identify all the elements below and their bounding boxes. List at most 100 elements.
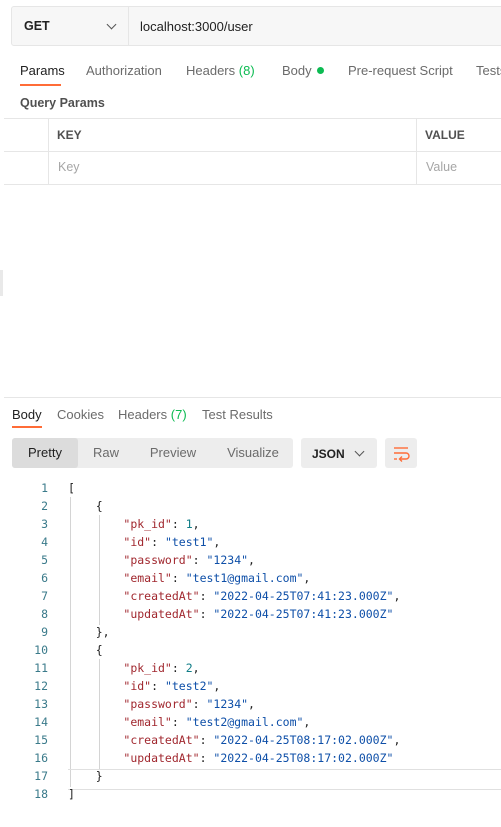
url-input[interactable]: localhost:3000/user — [140, 19, 253, 34]
response-tab-cookies[interactable]: Cookies — [57, 407, 104, 422]
code-text: { — [68, 499, 103, 513]
query-params-table: KEY VALUE Key Value — [4, 118, 501, 185]
code-line: 3 "pk_id": 1, — [0, 515, 501, 533]
code-line: 1[ — [0, 479, 501, 497]
line-number: 5 — [41, 553, 48, 567]
wrap-lines-button[interactable] — [385, 438, 417, 468]
json-key: "updatedAt" — [123, 607, 200, 621]
response-tab-body[interactable]: Body — [12, 407, 42, 422]
json-key: "id" — [123, 535, 152, 549]
line-number: 11 — [34, 661, 48, 675]
json-key: "createdAt" — [123, 733, 200, 747]
line-number: 9 — [41, 625, 48, 639]
request-url-bar: GET localhost:3000/user — [11, 6, 501, 46]
tab-headers[interactable]: Headers (8) — [186, 63, 255, 78]
json-key: "createdAt" — [123, 589, 200, 603]
format-label: JSON — [312, 447, 345, 461]
key-column-header: KEY — [57, 128, 82, 142]
code-text: "pk_id": 2, — [123, 661, 200, 675]
code-line: 5 "password": "1234", — [0, 551, 501, 569]
tab-authorization[interactable]: Authorization — [86, 63, 162, 78]
response-tab-test-results[interactable]: Test Results — [202, 407, 273, 422]
json-value: "2022-04-25T07:41:23.000Z" — [213, 607, 394, 621]
line-number: 15 — [34, 733, 48, 747]
response-headers-count: (7) — [170, 407, 187, 422]
tab-body-label: Body — [282, 63, 312, 78]
view-pretty-button[interactable]: Pretty — [12, 438, 78, 468]
value-column-header: VALUE — [425, 128, 465, 142]
wrap-lines-icon — [394, 447, 410, 462]
line-number: 12 — [34, 679, 48, 693]
method-select[interactable]: GET — [12, 7, 129, 45]
code-text: "id": "test2", — [123, 679, 221, 693]
tab-body[interactable]: Body — [282, 63, 324, 78]
json-key: "email" — [123, 715, 172, 729]
tab-params[interactable]: Params — [20, 63, 65, 78]
table-border-mid — [4, 151, 501, 152]
json-key: "email" — [123, 571, 172, 585]
code-text: "email": "test2@gmail.com", — [123, 715, 311, 729]
line-number: 18 — [34, 787, 48, 801]
json-key: "pk_id" — [123, 661, 172, 675]
key-input[interactable]: Key — [58, 160, 80, 174]
json-value: "test1" — [164, 535, 214, 549]
code-line: 14 "email": "test2@gmail.com", — [0, 713, 501, 731]
line-number: 10 — [34, 643, 48, 657]
response-divider[interactable] — [4, 397, 501, 398]
code-line: 15 "createdAt": "2022-04-25T08:17:02.000… — [0, 731, 501, 749]
body-status-dot — [316, 67, 324, 74]
code-text: { — [68, 643, 103, 657]
json-value: "1234" — [206, 553, 249, 567]
tab-tests[interactable]: Tests — [476, 63, 501, 78]
code-text: [ — [68, 481, 75, 495]
line-number: 6 — [41, 571, 48, 585]
code-line: 11 "pk_id": 2, — [0, 659, 501, 677]
json-value: "2022-04-25T07:41:23.000Z" — [213, 589, 394, 603]
request-tabs: Params Authorization Headers (8) Body Pr… — [0, 50, 501, 88]
table-border-bottom — [4, 184, 501, 185]
chevron-down-icon — [106, 19, 117, 30]
line-number: 14 — [34, 715, 48, 729]
response-tab-headers[interactable]: Headers (7) — [118, 407, 187, 422]
code-text: "pk_id": 1, — [123, 517, 200, 531]
response-tab-headers-label: Headers — [118, 407, 168, 422]
json-key: "password" — [123, 553, 193, 567]
code-line: 8 "updatedAt": "2022-04-25T07:41:23.000Z… — [0, 605, 501, 623]
value-input[interactable]: Value — [426, 160, 457, 174]
format-select[interactable]: JSON — [301, 438, 377, 468]
json-key: "updatedAt" — [123, 751, 200, 765]
json-key: "id" — [123, 679, 152, 693]
view-mode-selector: Pretty Raw Preview Visualize — [12, 438, 293, 468]
json-value: "test2" — [164, 679, 214, 693]
code-line: 4 "id": "test1", — [0, 533, 501, 551]
code-line: 12 "id": "test2", — [0, 677, 501, 695]
line-number: 3 — [41, 517, 48, 531]
line-number: 8 — [41, 607, 48, 621]
active-tab-indicator — [20, 84, 61, 86]
headers-count: (8) — [238, 63, 255, 78]
code-text: "id": "test1", — [123, 535, 221, 549]
code-line: 10 { — [0, 641, 501, 659]
json-value: 1 — [185, 517, 193, 531]
code-text: ] — [68, 787, 75, 801]
code-text: "updatedAt": "2022-04-25T07:41:23.000Z" — [123, 607, 394, 621]
table-border-top — [4, 118, 501, 119]
code-line: 7 "createdAt": "2022-04-25T07:41:23.000Z… — [0, 587, 501, 605]
code-line: 17 } — [0, 767, 501, 785]
line-number: 7 — [41, 589, 48, 603]
view-visualize-button[interactable]: Visualize — [218, 438, 288, 468]
view-preview-button[interactable]: Preview — [140, 438, 206, 468]
code-text: "createdAt": "2022-04-25T07:41:23.000Z", — [123, 589, 401, 603]
sidebar-resize-handle[interactable] — [0, 270, 3, 296]
code-line: 18] — [0, 785, 501, 803]
json-value: "2022-04-25T08:17:02.000Z" — [213, 733, 394, 747]
json-value: 2 — [185, 661, 193, 675]
code-line: 9 }, — [0, 623, 501, 641]
line-number: 1 — [41, 481, 48, 495]
tab-prerequest-script[interactable]: Pre-request Script — [348, 63, 453, 78]
json-key: "password" — [123, 697, 193, 711]
method-label: GET — [24, 19, 50, 33]
code-line: 13 "password": "1234", — [0, 695, 501, 713]
code-line: 2 { — [0, 497, 501, 515]
view-raw-button[interactable]: Raw — [82, 438, 130, 468]
